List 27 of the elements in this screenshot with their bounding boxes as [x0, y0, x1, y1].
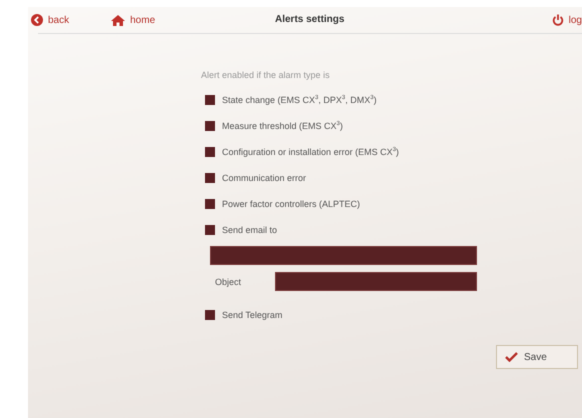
object-field[interactable]: [275, 272, 477, 291]
checkbox[interactable]: [205, 198, 215, 208]
checkbox-label: Configuration or installation error (EMS CX$^{3}$): [222, 146, 399, 156]
checkbox[interactable]: [205, 146, 215, 156]
checkbox[interactable]: [205, 224, 215, 234]
logout-link[interactable]: log: [552, 14, 582, 26]
checkbox[interactable]: [205, 120, 215, 130]
checkbox-label: Communication error: [222, 172, 306, 182]
save-button[interactable]: Save: [496, 345, 578, 369]
power-icon: [552, 14, 564, 26]
home-icon: [111, 14, 126, 26]
checkbox[interactable]: [205, 94, 215, 104]
checkbox[interactable]: [205, 310, 215, 320]
home-link[interactable]: home: [111, 14, 156, 26]
section-label: Alert enabled if the alarm type is: [201, 70, 331, 81]
checkbox-label: Measure threshold (EMS CX$^{3}$): [222, 120, 343, 130]
checkmark-icon: [505, 352, 518, 362]
page-title: Alerts settings: [275, 14, 344, 25]
object-label: Object: [215, 276, 242, 286]
email-field[interactable]: [210, 246, 477, 265]
checkbox-label: State change (EMS CX$^{3}$, DPX$^{3}$, DMX$^{3}$): [222, 94, 377, 104]
checkbox[interactable]: [205, 172, 215, 182]
checkbox-label: Send Telegram: [222, 310, 282, 320]
back-link[interactable]: back: [31, 14, 70, 26]
checkbox-label: Power factor controllers (ALPTEC): [222, 198, 360, 208]
back-icon: [31, 14, 43, 26]
checkbox-label: Send email to: [222, 224, 278, 234]
